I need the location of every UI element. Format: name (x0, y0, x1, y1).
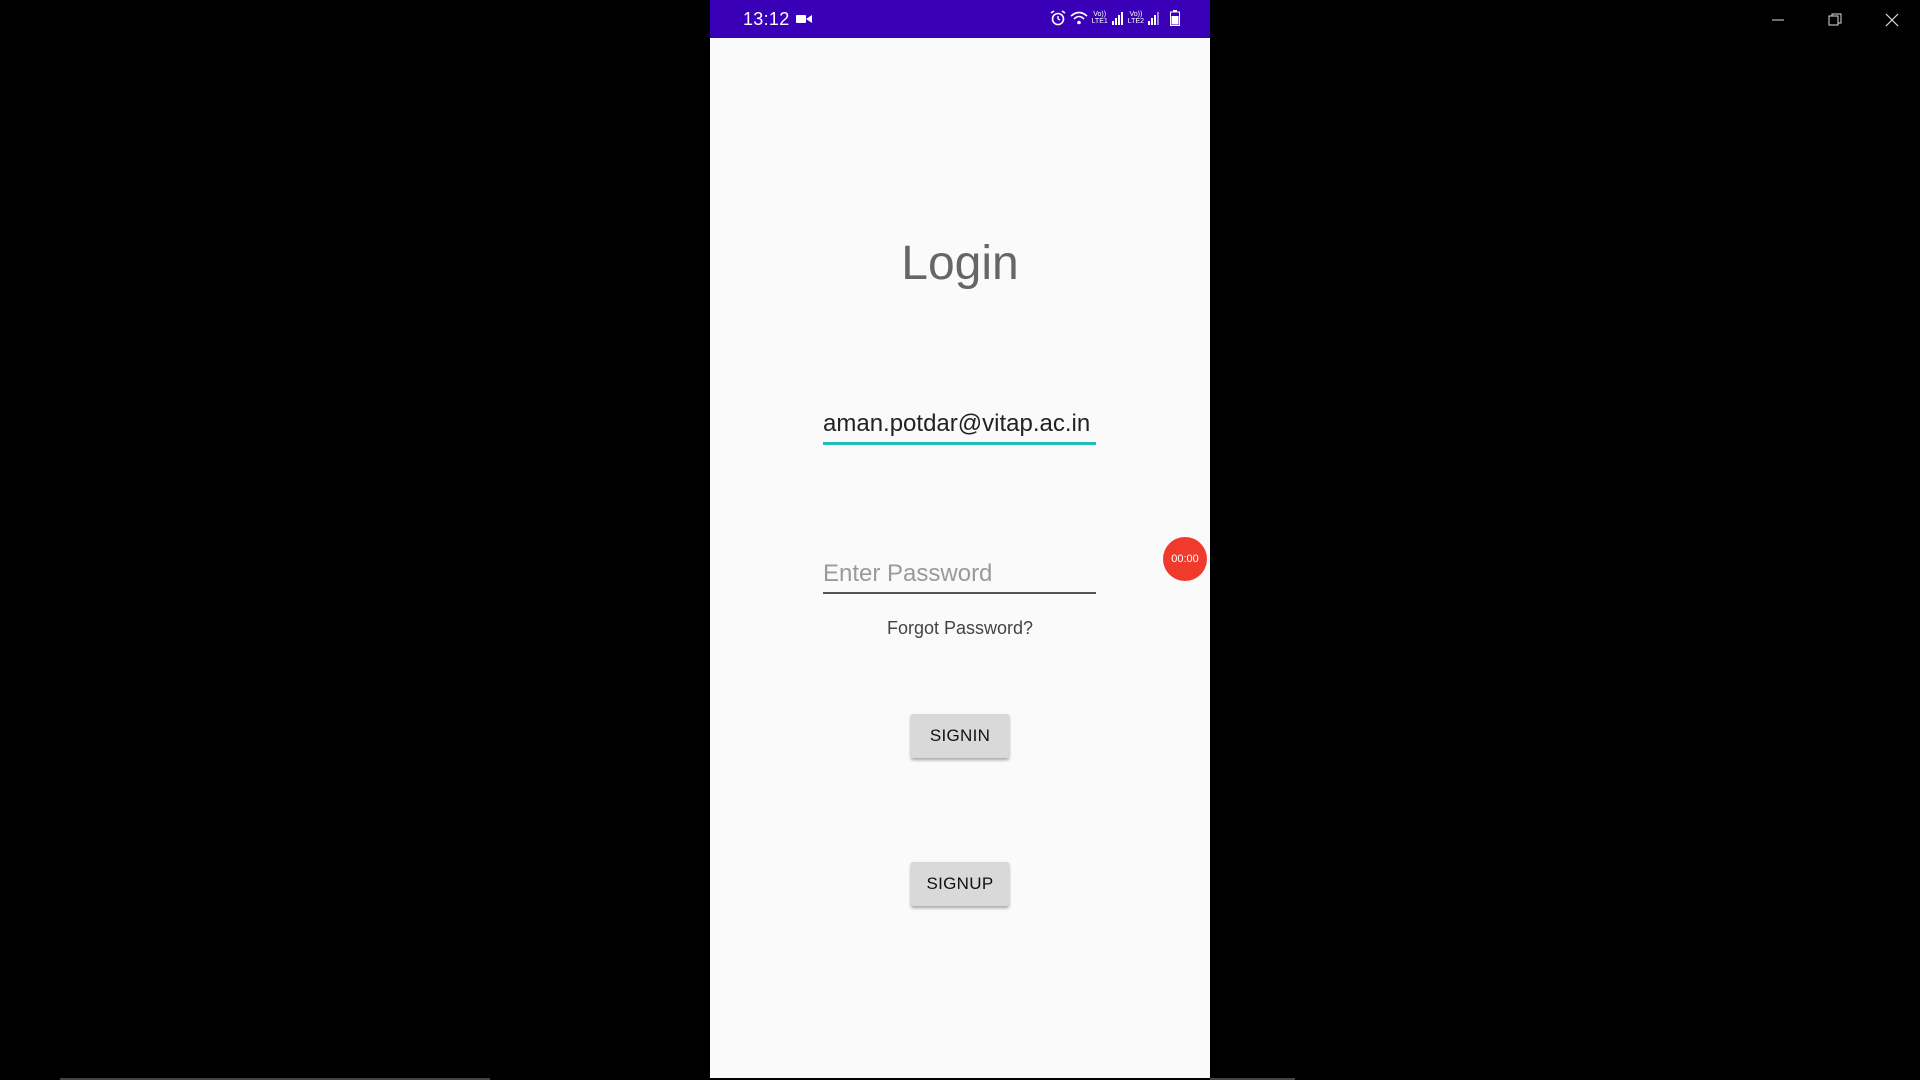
forgot-password-link[interactable]: Forgot Password? (710, 618, 1210, 639)
status-icons: Vo)) LTE1 Vo)) LTE2 (1050, 10, 1180, 26)
wifi-icon (1070, 11, 1088, 25)
recorder-time: 00:00 (1171, 553, 1199, 565)
close-button[interactable] (1863, 0, 1920, 40)
battery-icon (1170, 10, 1180, 26)
sim2-indicator: Vo)) LTE2 (1127, 11, 1144, 25)
signup-button[interactable]: SIGNUP (911, 862, 1009, 906)
password-field[interactable] (823, 560, 1096, 594)
video-camera-icon (796, 15, 812, 23)
restore-button[interactable] (1806, 0, 1863, 40)
minimize-icon (1771, 19, 1784, 21)
restore-icon (1828, 13, 1841, 26)
signin-button[interactable]: SIGNIN (911, 714, 1009, 758)
sim1-indicator: Vo)) LTE1 (1091, 11, 1108, 25)
phone-screen: 13:12 Vo)) LTE1 Vo)) LTE2 Login aman.pot… (710, 0, 1210, 1078)
window-controls (1749, 0, 1920, 40)
alarm-icon (1050, 10, 1066, 26)
email-field[interactable] (823, 410, 1096, 445)
close-icon (1885, 13, 1898, 27)
screen-recorder-button[interactable]: 00:00 (1163, 537, 1207, 581)
status-time: 13:12 (743, 9, 790, 29)
page-title: Login (901, 237, 1019, 290)
status-bar: 13:12 Vo)) LTE1 Vo)) LTE2 (710, 0, 1210, 38)
signal-icon (1148, 12, 1159, 25)
signal-icon (1111, 12, 1123, 25)
minimize-button[interactable] (1749, 0, 1806, 40)
